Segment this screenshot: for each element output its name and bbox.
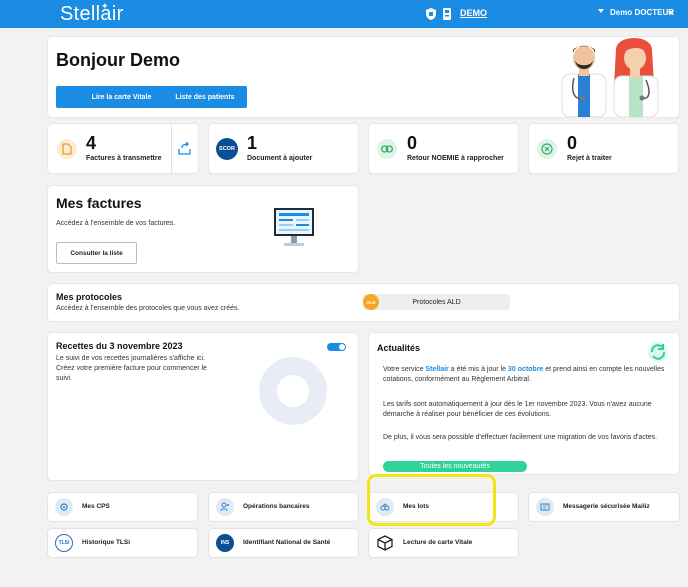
stat-label: Document à ajouter: [247, 155, 313, 162]
monitor-icon: [274, 208, 314, 246]
protocoles-description: Accédez à l'ensemble des protocoles que …: [56, 305, 240, 312]
stat-value: 1: [247, 133, 258, 153]
logo-star-icon: ✦: [101, 1, 109, 11]
app-logo[interactable]: Stellair: [60, 3, 124, 26]
recettes-card: Recettes du 3 novembre 2023 Le suivi de …: [48, 333, 358, 480]
factures-title: Mes factures: [56, 195, 142, 211]
tile-label: Mes CPS: [82, 503, 110, 510]
stat-card-noemie[interactable]: 0 Retour NOEMIE à rapprocher: [369, 124, 518, 173]
protocoles-title: Mes protocoles: [56, 292, 123, 302]
ins-icon: INS: [216, 534, 234, 552]
tile-label: Messagerie sécurisée Mailiz: [563, 503, 650, 510]
divider: [171, 124, 172, 173]
tile-label: Opérations bancaires: [243, 503, 310, 510]
highlight-annotation: [367, 474, 496, 526]
recettes-toggle[interactable]: [327, 343, 346, 351]
ald-badge-icon: ALD: [363, 294, 379, 310]
stat-value: 0: [407, 133, 418, 153]
stat-card-rejets[interactable]: 0 Rejet à traiter: [529, 124, 678, 173]
stat-card-documents[interactable]: SCOR 1 Document à ajouter: [209, 124, 358, 173]
news-paragraph-3: De plus, il vous sera possible d'effectu…: [383, 434, 658, 441]
actualites-card: Actualités Votre service Stellair a été …: [369, 333, 679, 474]
user-chevron-down-icon[interactable]: [668, 11, 674, 15]
tile-label: Lecture de carte Vitale: [403, 539, 473, 546]
ald-protocols-button[interactable]: Protocoles ALD: [363, 294, 510, 310]
close-circle-icon: [537, 139, 557, 159]
tile-messagerie-mailiz[interactable]: Messagerie sécurisée Mailiz: [529, 493, 679, 521]
stat-value: 0: [567, 133, 578, 153]
actualites-title: Actualités: [377, 343, 421, 353]
gear-icon: [55, 498, 73, 516]
factures-description: Accédez à l'ensemble de vos factures.: [56, 220, 176, 227]
stellair-link[interactable]: Stellair: [425, 366, 448, 373]
stat-card-factures[interactable]: 4 Factures à transmettre: [48, 124, 198, 173]
stat-label: Factures à transmettre: [86, 155, 162, 162]
news-paragraph-2: Les tarifs sont automatiquement à jour d…: [383, 401, 652, 418]
mail-icon: [536, 498, 554, 516]
tile-ins[interactable]: INS Identifiant National de Santé: [209, 529, 358, 557]
empty-donut-chart: [259, 357, 327, 425]
stat-value: 4: [86, 133, 97, 153]
tile-historique-tlsi[interactable]: TLSi Historique TLSi: [48, 529, 197, 557]
document-icon: [57, 139, 77, 159]
recettes-text: Le suivi de vos recettes journalières s'…: [56, 355, 207, 382]
page-title: Bonjour Demo: [56, 50, 180, 70]
top-bar: Stellair ✦ DEMO Demo DOCTEUR: [0, 0, 688, 28]
tile-mes-cps[interactable]: Mes CPS: [48, 493, 197, 521]
tile-label: Historique TLSi: [82, 539, 131, 546]
tlsi-icon: TLSi: [55, 534, 73, 552]
welcome-card: Bonjour Demo Lire la carte Vitale Liste …: [48, 37, 679, 117]
protocoles-card: Mes protocoles Accédez à l'ensemble des …: [48, 284, 679, 321]
upload-icon[interactable]: [178, 142, 191, 155]
workspace-selector[interactable]: DEMO: [460, 8, 487, 18]
card-reader-icon[interactable]: [441, 7, 453, 21]
stat-label: Rejet à traiter: [567, 155, 612, 162]
news-paragraph-1: Votre service Stellair a été mis à jour …: [383, 366, 665, 383]
shield-card-icon[interactable]: [425, 7, 437, 21]
tile-lecture-vitale[interactable]: Lecture de carte Vitale: [369, 529, 518, 557]
link-icon: [377, 139, 397, 159]
cube-icon: [376, 534, 394, 552]
patients-list-button[interactable]: Liste des patients: [163, 86, 247, 108]
user-menu[interactable]: Demo DOCTEUR: [610, 8, 674, 17]
refresh-icon: [648, 342, 668, 362]
workspace-chevron-down-icon[interactable]: [598, 9, 604, 13]
bank-transfer-icon: [216, 498, 234, 516]
consult-list-button[interactable]: Consulter la liste: [56, 242, 137, 264]
doctors-illustration: [561, 38, 659, 117]
factures-card: Mes factures Accédez à l'ensemble de vos…: [48, 186, 358, 272]
tile-label: Identifiant National de Santé: [243, 539, 331, 546]
scor-icon: SCOR: [216, 138, 238, 160]
recettes-title: Recettes du 3 novembre 2023: [56, 341, 183, 351]
tile-operations-bancaires[interactable]: Opérations bancaires: [209, 493, 358, 521]
stat-label: Retour NOEMIE à rapprocher: [407, 155, 504, 162]
all-news-button[interactable]: Toutes les nouveautés: [383, 461, 527, 472]
